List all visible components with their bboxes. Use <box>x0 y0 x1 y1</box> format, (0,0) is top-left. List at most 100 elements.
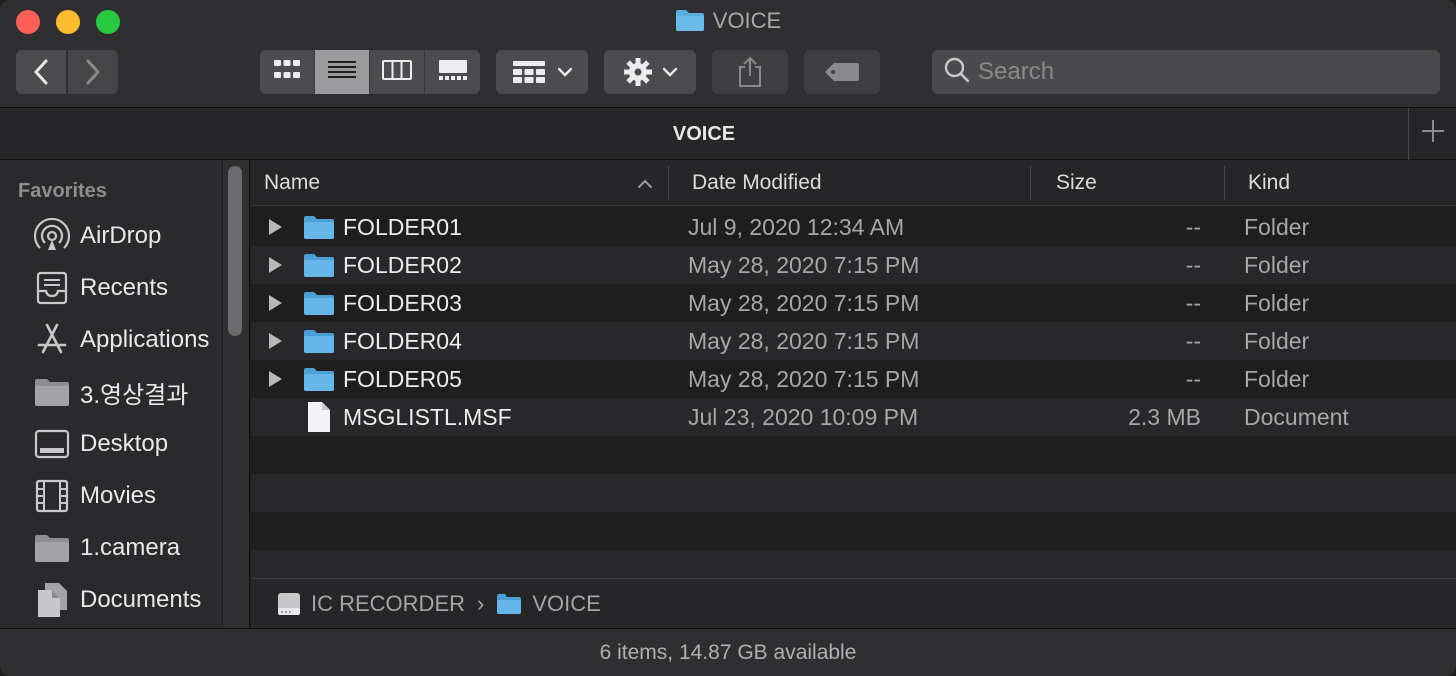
path-item-ic-recorder[interactable]: IC RECORDER <box>277 591 465 617</box>
movies-icon <box>34 478 70 514</box>
tag-icon <box>824 62 860 82</box>
drive-icon <box>277 591 301 617</box>
tab-voice[interactable]: VOICE <box>0 108 1408 160</box>
file-kind: Folder <box>1244 290 1310 316</box>
folder-icon <box>303 284 335 322</box>
sidebar-section-favorites: Favorites <box>18 180 107 202</box>
file-size: -- <box>1185 366 1201 392</box>
group-icon <box>512 60 546 84</box>
share-button[interactable] <box>712 50 788 94</box>
file-row-folder03[interactable]: FOLDER03 May 28, 2020 7:15 PM -- Folder <box>251 284 1456 322</box>
sidebar-item-airdrop[interactable]: AirDrop <box>34 216 214 256</box>
sidebar-scrollbar[interactable] <box>228 166 242 336</box>
file-list-view: Name Date Modified Size Kind FOLDER01 Ju… <box>251 160 1456 588</box>
folder-icon <box>303 208 335 246</box>
chevron-left-icon <box>33 59 49 85</box>
action-menu-button[interactable] <box>604 50 696 94</box>
file-size: -- <box>1185 328 1201 354</box>
folder-icon <box>496 593 522 615</box>
list-view-button[interactable] <box>315 50 370 94</box>
view-mode-control <box>260 50 480 94</box>
chevron-down-icon <box>663 67 677 77</box>
sidebar-item-3-result[interactable]: 3.영상결과 <box>34 372 214 412</box>
column-separator <box>1224 166 1225 200</box>
icon-view-button[interactable] <box>260 50 315 94</box>
column-header-size[interactable]: Size <box>1056 160 1097 206</box>
search-input[interactable] <box>978 58 1418 86</box>
gallery-icon <box>438 59 468 86</box>
path-item-label: VOICE <box>532 590 601 616</box>
file-kind: Document <box>1244 404 1349 430</box>
file-row-folder04[interactable]: FOLDER04 May 28, 2020 7:15 PM -- Folder <box>251 322 1456 360</box>
sidebar-item-desktop[interactable]: Desktop <box>34 424 214 464</box>
back-button[interactable] <box>16 50 66 94</box>
chevron-right-icon <box>85 59 101 85</box>
sidebar-item-recents[interactable]: Recents <box>34 268 214 308</box>
disclosure-triangle-icon[interactable] <box>267 360 285 398</box>
folder-icon <box>303 360 335 398</box>
path-item-voice[interactable]: VOICE <box>496 590 601 617</box>
search-field[interactable] <box>932 50 1440 94</box>
disclosure-triangle-icon[interactable] <box>267 208 285 246</box>
file-row-folder05[interactable]: FOLDER05 May 28, 2020 7:15 PM -- Folder <box>251 360 1456 398</box>
new-tab-button[interactable] <box>1408 108 1456 160</box>
forward-button[interactable] <box>68 50 118 94</box>
file-row-msglistl[interactable]: MSGLISTL.MSF Jul 23, 2020 10:09 PM 2.3 M… <box>251 398 1456 436</box>
file-date: May 28, 2020 7:15 PM <box>688 290 920 316</box>
list-icon <box>327 59 357 86</box>
sidebar: Favorites AirDrop Recents Applications 3… <box>0 160 250 628</box>
folder-icon <box>34 530 70 566</box>
file-name: FOLDER03 <box>343 290 462 316</box>
file-kind: Folder <box>1244 328 1310 354</box>
empty-row <box>251 474 1456 512</box>
disclosure-triangle-icon[interactable] <box>267 246 285 284</box>
file-date: May 28, 2020 7:15 PM <box>688 328 920 354</box>
title-bar: VOICE <box>0 0 1456 108</box>
empty-row <box>251 512 1456 550</box>
file-date: May 28, 2020 7:15 PM <box>688 252 920 278</box>
document-icon <box>307 398 331 436</box>
file-rows: FOLDER01 Jul 9, 2020 12:34 AM -- Folder … <box>251 208 1456 588</box>
file-kind: Folder <box>1244 214 1310 240</box>
empty-row <box>251 436 1456 474</box>
file-size: -- <box>1185 252 1201 278</box>
file-row-folder02[interactable]: FOLDER02 May 28, 2020 7:15 PM -- Folder <box>251 246 1456 284</box>
chevron-down-icon <box>558 67 572 77</box>
plus-icon <box>1421 117 1445 151</box>
airdrop-icon <box>34 218 70 254</box>
disclosure-triangle-icon[interactable] <box>267 284 285 322</box>
folder-icon <box>303 246 335 284</box>
gear-icon <box>623 57 653 87</box>
window-title: VOICE <box>0 8 1456 38</box>
column-header-kind[interactable]: Kind <box>1248 160 1290 206</box>
file-date: May 28, 2020 7:15 PM <box>688 366 920 392</box>
column-view-button[interactable] <box>370 50 425 94</box>
folder-icon <box>675 8 705 38</box>
sidebar-item-1-camera[interactable]: 1.camera <box>34 528 214 568</box>
group-by-button[interactable] <box>496 50 588 94</box>
sidebar-item-movies[interactable]: Movies <box>34 476 214 516</box>
path-bar: IC RECORDER › VOICE <box>251 578 1456 628</box>
sidebar-item-documents[interactable]: Documents <box>34 580 214 620</box>
sort-ascending-icon <box>637 160 653 206</box>
file-size: -- <box>1185 290 1201 316</box>
window-title-label: VOICE <box>712 8 782 33</box>
folder-icon <box>34 374 70 410</box>
file-kind: Folder <box>1244 366 1310 392</box>
column-header-date[interactable]: Date Modified <box>692 160 822 206</box>
column-separator <box>1030 166 1031 200</box>
gallery-view-button[interactable] <box>425 50 480 94</box>
file-row-folder01[interactable]: FOLDER01 Jul 9, 2020 12:34 AM -- Folder <box>251 208 1456 246</box>
column-header-name[interactable]: Name <box>264 160 320 206</box>
file-size: 2.3 MB <box>1128 404 1201 430</box>
sidebar-item-applications[interactable]: Applications <box>34 320 214 360</box>
disclosure-triangle-icon[interactable] <box>267 322 285 360</box>
file-name: FOLDER02 <box>343 252 462 278</box>
column-header-row: Name Date Modified Size Kind <box>251 160 1456 206</box>
status-bar: 6 items, 14.87 GB available <box>0 628 1456 676</box>
file-name: FOLDER05 <box>343 366 462 392</box>
documents-icon <box>34 582 70 618</box>
path-item-label: IC RECORDER <box>311 590 466 616</box>
tag-button[interactable] <box>804 50 880 94</box>
file-size: -- <box>1185 214 1201 240</box>
